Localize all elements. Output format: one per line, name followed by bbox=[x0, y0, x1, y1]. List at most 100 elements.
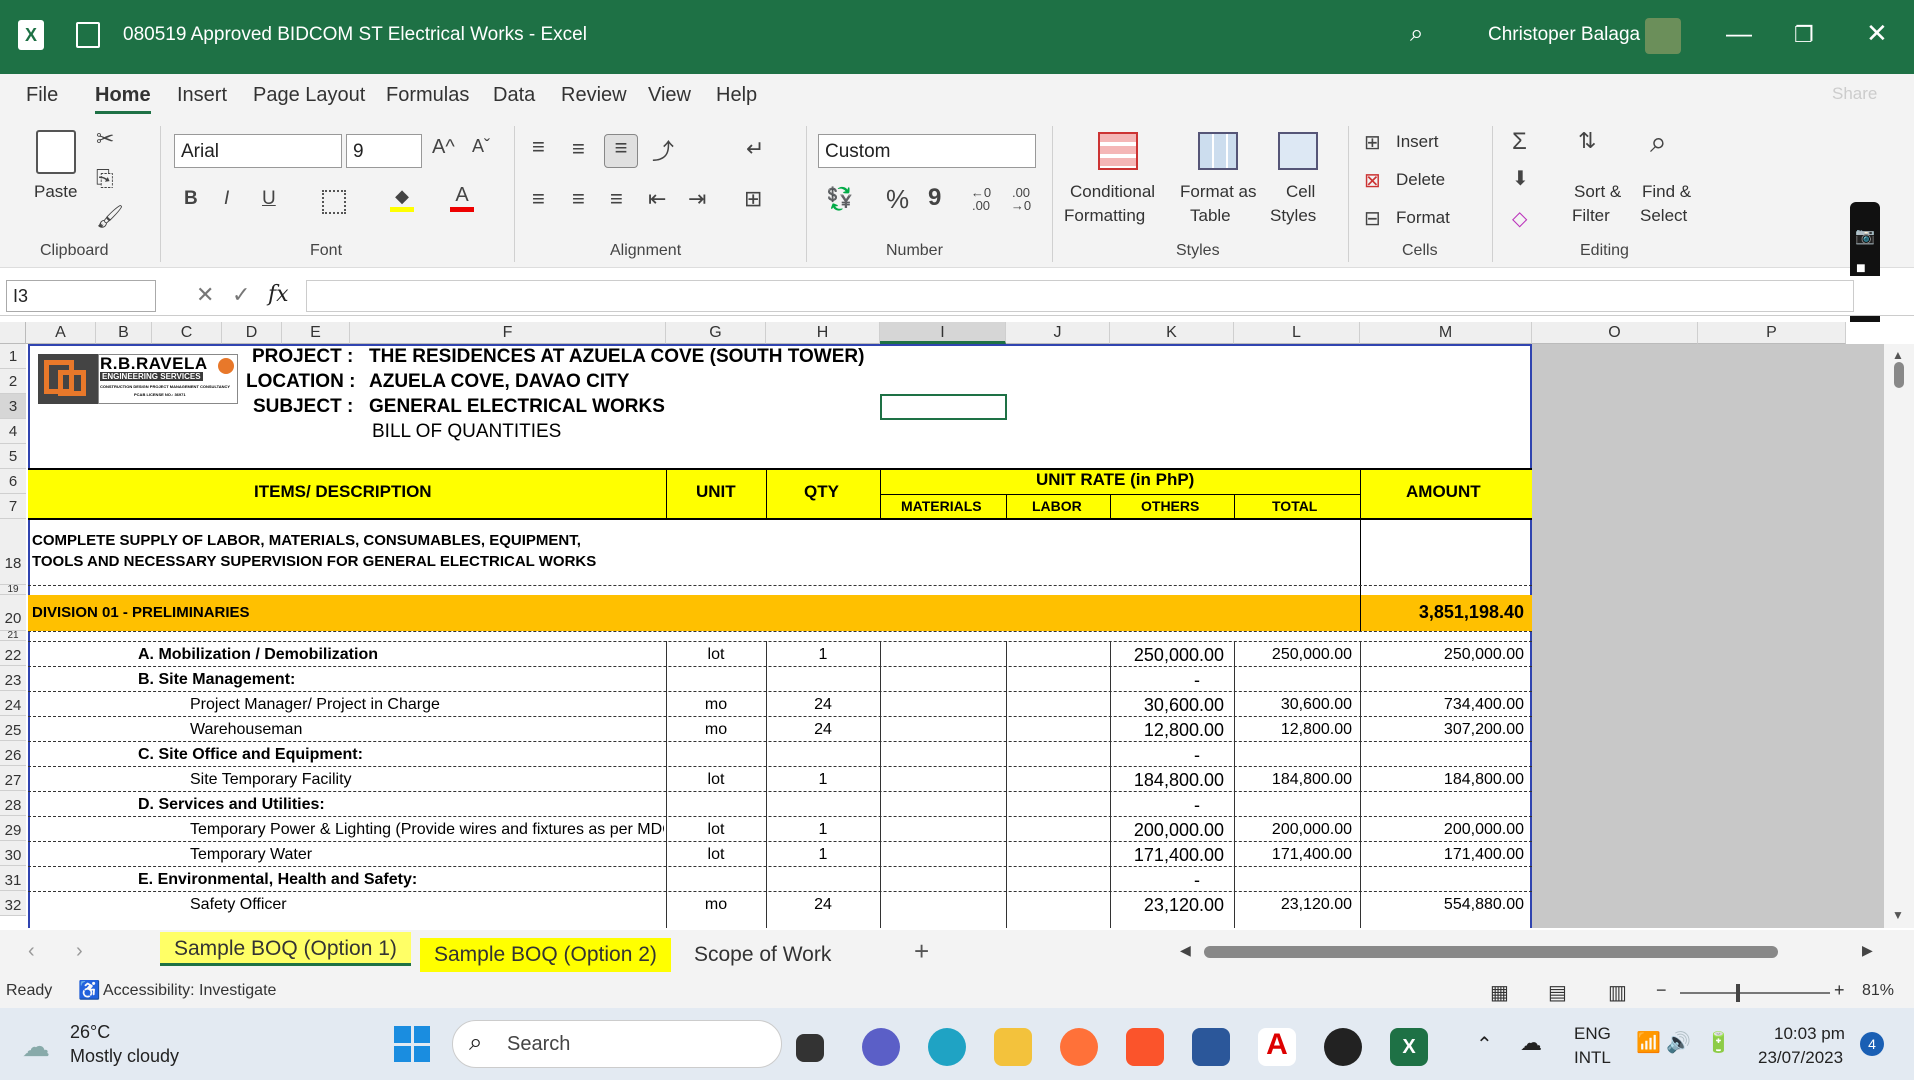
sort-filter-label-2[interactable]: Filter bbox=[1572, 206, 1610, 226]
selected-cell[interactable] bbox=[880, 394, 1007, 420]
font-color-icon[interactable]: A bbox=[450, 184, 474, 212]
accessibility-icon[interactable]: ♿ bbox=[78, 980, 100, 1001]
sort-filter-icon[interactable]: ⇅ bbox=[1578, 128, 1596, 154]
col-header[interactable]: D bbox=[222, 322, 282, 344]
row-header[interactable]: 31 bbox=[0, 866, 26, 891]
row-header[interactable]: 32 bbox=[0, 891, 26, 916]
tab-sample-boq-option-1[interactable]: Sample BOQ (Option 1) bbox=[160, 932, 411, 966]
zoom-slider[interactable] bbox=[1680, 992, 1830, 994]
normal-view-icon[interactable]: ▦ bbox=[1490, 980, 1509, 1005]
accessibility-status[interactable]: Accessibility: Investigate bbox=[103, 982, 276, 1000]
align-center-icon[interactable]: ≡ bbox=[572, 186, 585, 212]
row-header[interactable]: 18 bbox=[0, 519, 26, 585]
close-button[interactable]: ✕ bbox=[1866, 18, 1888, 49]
insert-cells-button[interactable]: Insert bbox=[1396, 132, 1439, 152]
row-header[interactable]: 24 bbox=[0, 691, 26, 716]
scroll-thumb[interactable] bbox=[1894, 362, 1904, 388]
find-select-icon[interactable]: ⌕ bbox=[1650, 126, 1667, 160]
sort-filter-label-1[interactable]: Sort & bbox=[1574, 182, 1621, 202]
tab-scope-of-work[interactable]: Scope of Work bbox=[680, 938, 845, 972]
save-icon[interactable] bbox=[76, 22, 100, 48]
col-header[interactable]: B bbox=[96, 322, 152, 344]
lang-line-2[interactable]: INTL bbox=[1574, 1048, 1611, 1068]
conditional-formatting-label-2[interactable]: Formatting bbox=[1064, 206, 1145, 226]
menu-insert[interactable]: Insert bbox=[177, 84, 227, 107]
notification-badge[interactable]: 4 bbox=[1860, 1032, 1884, 1056]
word-icon[interactable] bbox=[1192, 1028, 1230, 1066]
row-header[interactable]: 5 bbox=[0, 444, 26, 469]
user-name[interactable]: Christoper Balaga bbox=[1488, 24, 1640, 46]
merge-center-icon[interactable]: ⊞ bbox=[744, 186, 762, 212]
col-header[interactable]: E bbox=[282, 322, 350, 344]
scroll-down-icon[interactable]: ▼ bbox=[1892, 908, 1904, 922]
zoom-slider-thumb[interactable] bbox=[1736, 984, 1740, 1002]
format-as-table-label-2[interactable]: Table bbox=[1190, 206, 1231, 226]
brave-icon[interactable] bbox=[1126, 1028, 1164, 1066]
find-select-label-1[interactable]: Find & bbox=[1642, 182, 1691, 202]
format-painter-icon[interactable]: 🖌 bbox=[96, 204, 124, 230]
number-format-combo[interactable]: Custom bbox=[818, 134, 1036, 168]
orientation-icon[interactable]: ⤴ bbox=[652, 134, 674, 166]
camera-icon[interactable]: 📷 bbox=[1855, 226, 1875, 246]
align-left-icon[interactable]: ≡ bbox=[532, 186, 545, 212]
scroll-right-icon[interactable]: ▶ bbox=[1862, 942, 1873, 959]
vertical-scrollbar[interactable] bbox=[1884, 344, 1914, 928]
italic-button[interactable]: I bbox=[224, 188, 229, 210]
next-sheet-icon[interactable]: › bbox=[76, 940, 83, 963]
paste-icon[interactable] bbox=[36, 130, 76, 174]
accounting-format-icon[interactable]: 💱 bbox=[826, 186, 853, 212]
align-right-icon[interactable]: ≡ bbox=[610, 186, 623, 212]
row-header[interactable]: 20 bbox=[0, 595, 26, 631]
media-player-icon[interactable] bbox=[1324, 1028, 1362, 1066]
wifi-icon[interactable]: 📶 bbox=[1636, 1030, 1661, 1055]
shrink-font-icon[interactable]: Aˇ bbox=[472, 136, 490, 157]
weather-desc[interactable]: Mostly cloudy bbox=[70, 1046, 179, 1067]
underline-button[interactable]: U bbox=[262, 188, 276, 210]
align-bottom-icon[interactable]: ≡ bbox=[604, 134, 638, 168]
acrobat-icon[interactable]: A bbox=[1258, 1028, 1296, 1066]
cell-styles-label-2[interactable]: Styles bbox=[1270, 206, 1316, 226]
increase-decimal-button[interactable]: ←0 .00 bbox=[966, 186, 996, 212]
grow-font-icon[interactable]: A^ bbox=[432, 136, 455, 159]
col-header[interactable]: F bbox=[350, 322, 666, 344]
zoom-in-icon[interactable]: + bbox=[1834, 980, 1845, 1001]
battery-icon[interactable]: 🔋 bbox=[1706, 1030, 1731, 1055]
format-cells-icon[interactable]: ⊟ bbox=[1364, 206, 1381, 231]
row-header[interactable]: 26 bbox=[0, 741, 26, 766]
name-box[interactable]: I3 bbox=[6, 280, 156, 312]
share-button[interactable]: Share bbox=[1832, 84, 1877, 104]
row-header[interactable]: 4 bbox=[0, 419, 26, 444]
restore-button[interactable]: ❐ bbox=[1794, 22, 1814, 48]
clear-icon[interactable]: ◇ bbox=[1512, 206, 1527, 231]
format-as-table-icon[interactable] bbox=[1198, 132, 1238, 170]
avatar[interactable] bbox=[1645, 18, 1681, 54]
insert-function-button[interactable]: fx bbox=[268, 282, 289, 307]
col-header[interactable]: O bbox=[1532, 322, 1698, 344]
increase-indent-icon[interactable]: ⇥ bbox=[688, 186, 706, 212]
menu-file[interactable]: File bbox=[26, 84, 58, 107]
task-view-icon[interactable] bbox=[796, 1034, 824, 1062]
search-icon[interactable]: ⌕ bbox=[1410, 20, 1423, 48]
row-header[interactable]: 25 bbox=[0, 716, 26, 741]
fill-color-icon[interactable]: ◆ bbox=[390, 186, 414, 212]
col-header[interactable]: G bbox=[666, 322, 766, 344]
menu-view[interactable]: View bbox=[648, 84, 691, 107]
cell-styles-label-1[interactable]: Cell bbox=[1286, 182, 1315, 202]
col-header[interactable]: M bbox=[1360, 322, 1532, 344]
row-header[interactable]: 23 bbox=[0, 666, 26, 691]
align-top-icon[interactable]: ≡ bbox=[532, 134, 545, 160]
cell-styles-icon[interactable] bbox=[1278, 132, 1318, 170]
horizontal-scroll-thumb[interactable] bbox=[1204, 946, 1778, 958]
page-break-view-icon[interactable]: ▥ bbox=[1608, 980, 1627, 1005]
scroll-up-icon[interactable]: ▲ bbox=[1892, 348, 1904, 362]
conditional-formatting-icon[interactable] bbox=[1098, 132, 1138, 170]
col-header[interactable]: C bbox=[152, 322, 222, 344]
zoom-level[interactable]: 81% bbox=[1862, 982, 1894, 1000]
weather-temp[interactable]: 26°C bbox=[70, 1022, 110, 1043]
delete-cells-icon[interactable]: ⊠ bbox=[1364, 168, 1381, 193]
row-header[interactable]: 22 bbox=[0, 641, 26, 666]
tray-chevron-icon[interactable]: ⌃ bbox=[1476, 1032, 1493, 1057]
volume-icon[interactable]: 🔊 bbox=[1666, 1030, 1691, 1055]
clock-date[interactable]: 23/07/2023 bbox=[1758, 1048, 1843, 1068]
weather-icon[interactable]: ☁ bbox=[22, 1030, 50, 1063]
